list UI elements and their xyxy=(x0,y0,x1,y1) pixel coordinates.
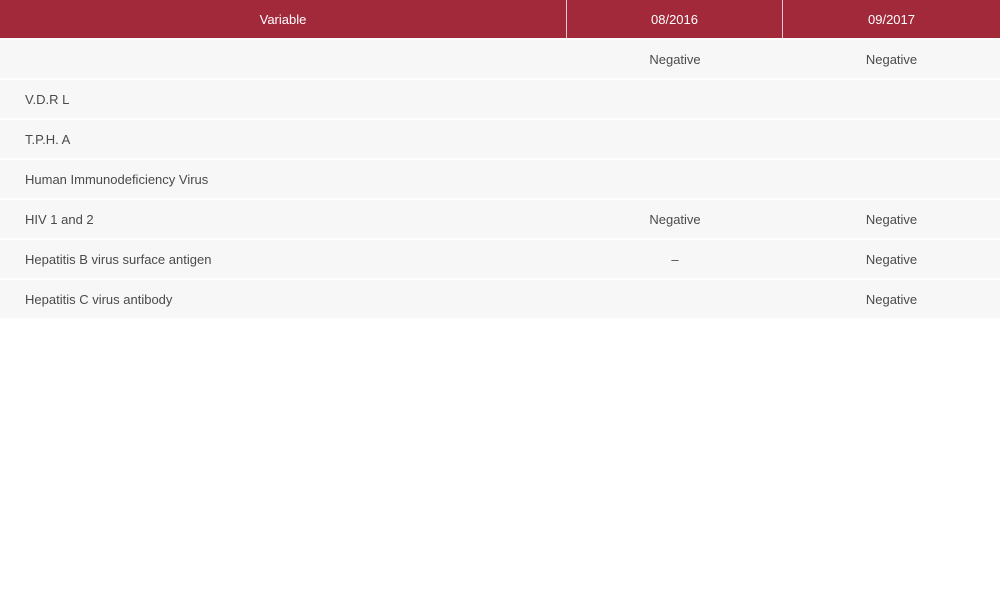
column-header-date-2016: 08/2016 xyxy=(567,0,783,38)
header-row: Variable 08/2016 09/2017 xyxy=(0,0,1000,38)
table-body: Negative Negative V.D.R L T.P.H. A Human… xyxy=(0,38,1000,318)
variable-cell: Hepatitis B virus surface antigen xyxy=(0,238,567,278)
result-cell-2017: Negative xyxy=(783,238,1000,278)
column-header-variable: Variable xyxy=(0,0,567,38)
result-cell-2017 xyxy=(783,118,1000,158)
table-row: Negative Negative xyxy=(0,38,1000,78)
result-cell-2017 xyxy=(783,78,1000,118)
result-cell-2017 xyxy=(783,158,1000,198)
serology-results-table: Variable 08/2016 09/2017 Negative Negati… xyxy=(0,0,1000,318)
result-cell-2016 xyxy=(567,158,783,198)
variable-cell xyxy=(0,38,567,78)
result-cell-2017: Negative xyxy=(783,278,1000,318)
variable-cell: Human Immunodeficiency Virus xyxy=(0,158,567,198)
variable-cell: T.P.H. A xyxy=(0,118,567,158)
result-cell-2016: Negative xyxy=(567,38,783,78)
result-cell-2017: Negative xyxy=(783,38,1000,78)
table-row: Hepatitis C virus antibody Negative xyxy=(0,278,1000,318)
table-header: Variable 08/2016 09/2017 xyxy=(0,0,1000,38)
result-cell-2016 xyxy=(567,278,783,318)
table-row: T.P.H. A xyxy=(0,118,1000,158)
table-row: Human Immunodeficiency Virus xyxy=(0,158,1000,198)
table-row: Hepatitis B virus surface antigen – Nega… xyxy=(0,238,1000,278)
table-row: HIV 1 and 2 Negative Negative xyxy=(0,198,1000,238)
result-cell-2016: – xyxy=(567,238,783,278)
column-header-date-2017: 09/2017 xyxy=(783,0,1000,38)
result-cell-2016 xyxy=(567,118,783,158)
table-row: V.D.R L xyxy=(0,78,1000,118)
result-cell-2017: Negative xyxy=(783,198,1000,238)
result-cell-2016 xyxy=(567,78,783,118)
variable-cell: V.D.R L xyxy=(0,78,567,118)
variable-cell: Hepatitis C virus antibody xyxy=(0,278,567,318)
result-cell-2016: Negative xyxy=(567,198,783,238)
variable-cell: HIV 1 and 2 xyxy=(0,198,567,238)
